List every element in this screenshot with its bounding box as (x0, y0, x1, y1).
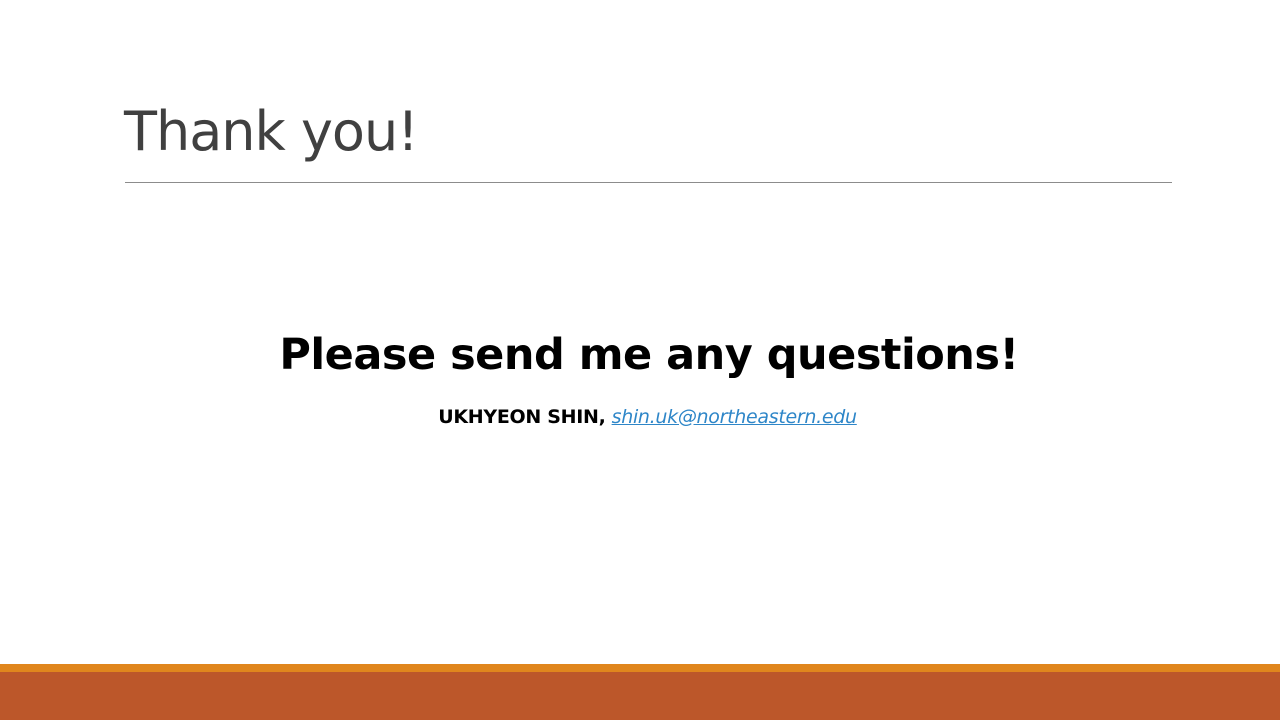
contact-name: UKHYEON SHIN, (438, 406, 606, 428)
slide-title: Thank you! (124, 100, 419, 163)
contact-line: UKHYEON SHIN, shin.uk@northeastern.edu (0, 405, 1280, 430)
footer-band (0, 672, 1280, 720)
contact-email-link[interactable]: shin.uk@northeastern.edu (612, 406, 857, 428)
footer-accent-stripe (0, 664, 1280, 672)
main-message: Please send me any questions! (279, 330, 1019, 380)
slide: Thank you! Please send me any questions!… (0, 0, 1280, 720)
title-divider (125, 182, 1172, 183)
